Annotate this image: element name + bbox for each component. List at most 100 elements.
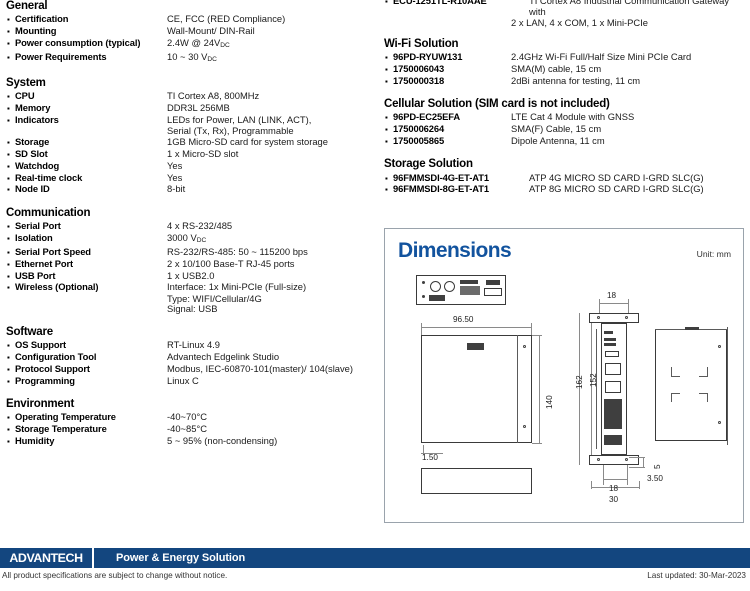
spec-value: 2.4GHz Wi-Fi Full/Half Size Mini PCIe Ca…: [511, 50, 692, 62]
spec-list-communication: Serial Port 4 x RS-232/485 Isolation 300…: [6, 221, 372, 315]
spec-label: 96FMMSDI-4G-ET-AT1: [393, 171, 489, 183]
spec-label: Power consumption (typical): [15, 36, 141, 48]
spec-row: OS Support RT-Linux 4.9: [6, 340, 372, 352]
bullet-icon: [6, 91, 15, 102]
spec-list-cellular-solution: 96PD-EC25EFA LTE Cat 4 Module with GNSS …: [384, 112, 746, 147]
bullet-icon: [384, 173, 393, 184]
spec-value: 3000 VDC: [167, 231, 207, 244]
spec-value: DDR3L 256MB: [167, 102, 230, 114]
model-number: ECU-1251TL-R10AAE: [393, 0, 487, 7]
spec-value: ATP 4G MICRO SD CARD I-GRD SLC(G): [529, 171, 704, 183]
dimension-label-depth-inner: 152: [589, 373, 598, 387]
bullet-icon: [6, 271, 15, 282]
bottom-view-drawing: [421, 468, 532, 494]
bullet-icon: [6, 38, 15, 49]
section-title-wifi-solution: Wi-Fi Solution: [384, 37, 459, 50]
spec-list-wifi-solution: 96PD-RYUW131 2.4GHz Wi-Fi Full/Half Size…: [384, 50, 746, 87]
bullet-icon: [6, 424, 15, 435]
bullet-icon: [6, 26, 15, 37]
spec-label: 1750005865: [393, 134, 445, 146]
bullet-icon: [6, 233, 15, 244]
section-title-communication: Communication: [6, 206, 91, 219]
spec-value: SMA(M) cable, 15 cm: [511, 62, 602, 74]
specs-right-column: ECU-1251TL-R10AAE TI Cortex A8 Industria…: [384, 0, 746, 196]
advantech-logo: ADVANTECH: [0, 548, 92, 568]
bullet-icon: [6, 352, 15, 363]
spec-row: Real-time clock Yes: [6, 172, 372, 184]
spec-value: Wall-Mount/ DIN-Rail: [167, 25, 255, 37]
bullet-icon: [6, 412, 15, 423]
bullet-icon: [6, 14, 15, 25]
bullet-icon: [6, 221, 15, 232]
section-title-cellular-solution: Cellular Solution (SIM card is not inclu…: [384, 97, 610, 110]
spec-label: 1750006264: [393, 123, 445, 135]
spec-row: 96FMMSDI-8G-ET-AT1 ATP 8G MICRO SD CARD …: [384, 184, 746, 196]
model-description: TI Cortex A8 Industrial Communication Ga…: [529, 0, 730, 17]
spec-row: 96PD-EC25EFA LTE Cat 4 Module with GNSS: [384, 112, 746, 124]
ordering-information-clipped: ECU-1251TL-R10AAE TI Cortex A8 Industria…: [384, 0, 746, 29]
spec-row: Configuration Tool Advantech Edgelink St…: [6, 352, 372, 364]
spec-value: 8-bit: [167, 183, 186, 195]
bullet-icon: [384, 112, 393, 123]
spec-value: 2 x 10/100 Base-T RJ-45 ports: [167, 257, 295, 269]
spec-label: CPU: [15, 90, 35, 102]
spec-value: 1GB Micro-SD card for system storage: [167, 136, 328, 148]
bullet-icon: [6, 282, 15, 293]
spec-row: Ethernet Port 2 x 10/100 Base-T RJ-45 po…: [6, 258, 372, 270]
bullet-icon: [6, 161, 15, 172]
spec-row: Storage 1GB Micro-SD card for system sto…: [6, 137, 372, 149]
spec-row: Programming Linux C: [6, 375, 372, 387]
bullet-icon: [6, 52, 15, 63]
dimension-label-depth-outer: 162: [575, 375, 584, 389]
spec-label: 1750006043: [393, 62, 445, 74]
spec-label: Node ID: [15, 183, 50, 195]
bullet-icon: [6, 259, 15, 270]
front-view-drawing: [421, 321, 542, 456]
spec-value: 1 x USB2.0: [167, 269, 215, 281]
spec-value: LEDs for Power, LAN (LINK, ACT),: [167, 113, 312, 125]
spec-value: 2dBi antenna for testing, 11 cm: [511, 74, 641, 86]
spec-value-continuation: Signal: USB: [167, 303, 218, 315]
subscript-dc: DC: [220, 41, 230, 49]
spec-value: SMA(F) Cable, 15 cm: [511, 123, 602, 135]
bullet-icon: [6, 247, 15, 258]
rear-view-drawing: [655, 327, 737, 447]
section-title-environment: Environment: [6, 398, 75, 411]
dimensions-unit-label: Unit: mm: [696, 249, 731, 259]
spec-label: 96PD-EC25EFA: [393, 111, 461, 123]
footer-bar: ADVANTECH Power & Energy Solution: [0, 548, 750, 568]
bullet-icon: [384, 52, 393, 63]
bullet-icon: [384, 136, 393, 147]
spec-row: Node ID 8-bit: [6, 184, 372, 196]
spec-label: Indicators: [15, 113, 59, 125]
spec-value: RS-232/RS-485: 50 ~ 115200 bps: [167, 246, 308, 258]
spec-row: 96FMMSDI-4G-ET-AT1 ATP 4G MICRO SD CARD …: [384, 172, 746, 184]
spec-row: SD Slot 1 x Micro-SD slot: [6, 148, 372, 161]
spec-row: CPU TI Cortex A8, 800MHz: [6, 91, 372, 103]
dimensions-header: Dimensions Unit: mm: [385, 229, 743, 261]
footer-solution-label: Power & Energy Solution: [116, 552, 246, 564]
spec-label: Certification: [15, 13, 69, 25]
spec-label: Operating Temperature: [15, 411, 116, 423]
spec-row: Power Requirements 10 ~ 30 VDC: [6, 51, 372, 66]
spec-row: Operating Temperature -40~70°C: [6, 412, 372, 424]
page-footer: ADVANTECH Power & Energy Solution All pr…: [0, 548, 750, 580]
spec-value: RT-Linux 4.9: [167, 339, 220, 351]
spec-row: USB Port 1 x USB2.0: [6, 270, 372, 282]
bullet-icon: [6, 436, 15, 447]
subscript-dc: DC: [207, 55, 217, 63]
spec-value: Interface: 1x Mini-PCIe (Full-size): [167, 281, 307, 293]
spec-label: Memory: [15, 102, 51, 114]
spec-label: 1750000318: [393, 74, 445, 86]
spec-row: Isolation 3000 VDC: [6, 231, 372, 247]
spec-label: Isolation: [15, 231, 53, 243]
spec-label: 96PD-RYUW131: [393, 50, 463, 62]
spec-list-system: CPU TI Cortex A8, 800MHz Memory DDR3L 25…: [6, 91, 372, 196]
spec-label: OS Support: [15, 339, 67, 351]
bullet-icon: [6, 137, 15, 148]
spec-label: Configuration Tool: [15, 351, 97, 363]
spec-value: 2.4W @ 24VDC: [167, 36, 230, 49]
spec-row: Certification CE, FCC (RED Compliance): [6, 14, 372, 26]
spec-row: Serial Port 4 x RS-232/485: [6, 221, 372, 233]
footer-note-row: All product specifications are subject t…: [0, 568, 750, 580]
